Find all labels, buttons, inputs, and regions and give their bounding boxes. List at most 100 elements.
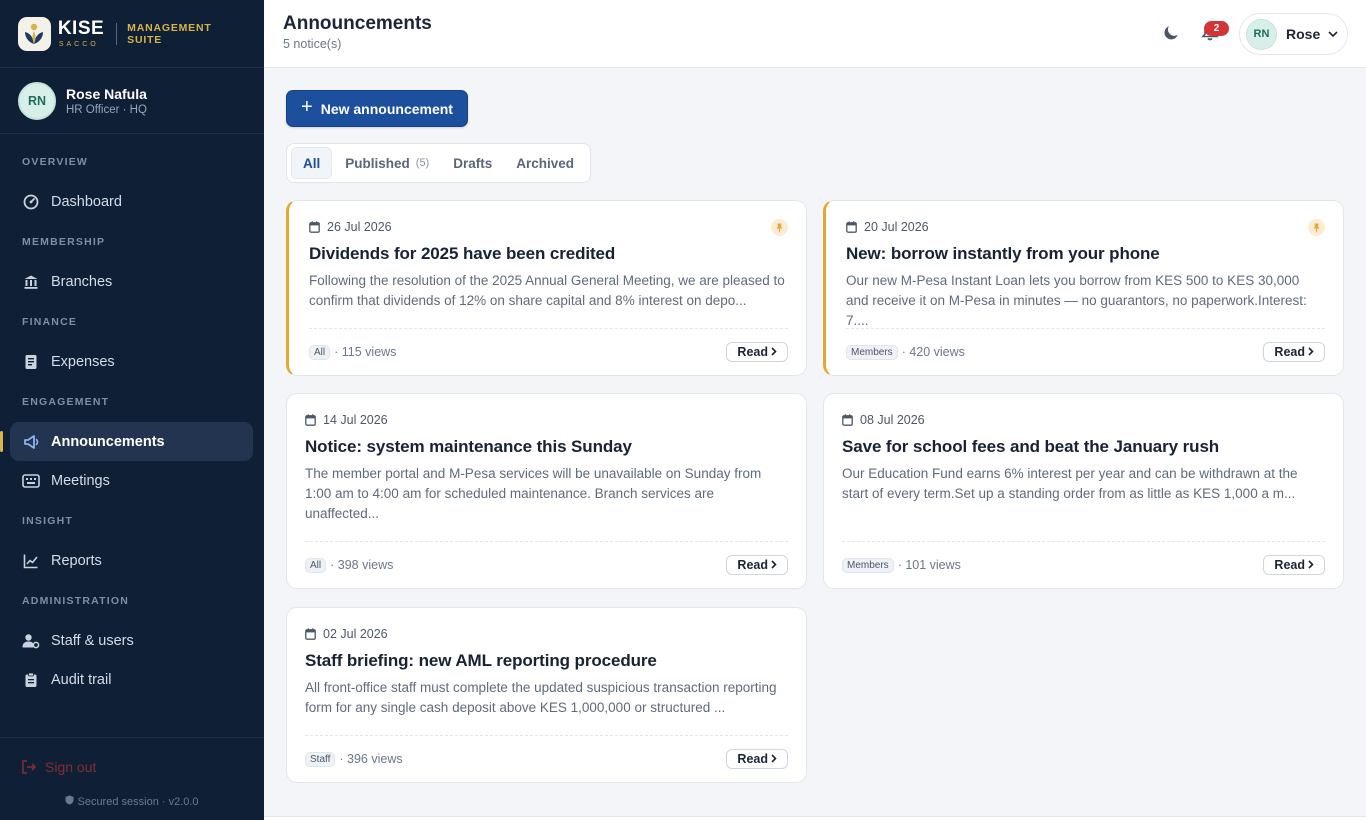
tab-label: Archived: [516, 155, 575, 171]
sidebar: KISE SACCO MANAGEMENT SUITE RN Rose Nafu…: [0, 0, 264, 820]
chevron-right-icon: [771, 345, 777, 359]
card-body: Our Education Fund earns 6% interest per…: [842, 466, 1298, 501]
sidebar-item-announcements[interactable]: Announcements: [0, 422, 253, 461]
read-label: Read: [737, 345, 768, 359]
sidebar-item-label: Reports: [51, 552, 102, 569]
sidebar-item-label: Audit trail: [51, 671, 112, 688]
read-button[interactable]: Read: [1263, 342, 1325, 362]
sidebar-item-audit[interactable]: Audit trail: [10, 660, 253, 699]
sidebar-item-dashboard[interactable]: Dashboard: [10, 182, 253, 221]
nav-section-insight: INSIGHT: [22, 515, 73, 527]
chevron-right-icon: [1308, 345, 1314, 359]
audience-tag: Staff: [305, 751, 336, 767]
read-button[interactable]: Read: [726, 342, 788, 362]
view-count: · 101 views: [897, 558, 961, 572]
calendar-icon: [309, 221, 320, 233]
card-body: Following the resolution of the 2025 Ann…: [309, 273, 785, 308]
content-bottom-edge: [264, 816, 1366, 820]
card-date-text: 14 Jul 2026: [323, 413, 388, 427]
filter-tabs: All Published (5) Drafts Archived: [286, 143, 591, 183]
announcement-card[interactable]: 26 Jul 2026 Dividends for 2025 have been…: [286, 200, 807, 376]
card-title: Notice: system maintenance this Sunday: [305, 437, 632, 456]
view-count: · 396 views: [339, 752, 403, 766]
tab-drafts[interactable]: Drafts: [442, 147, 503, 179]
read-button[interactable]: Read: [726, 749, 788, 769]
tab-published[interactable]: Published (5): [334, 147, 440, 179]
topbar: Announcements 5 notice(s) 2 RN Rose: [264, 0, 1366, 68]
sidebar-item-reports[interactable]: Reports: [10, 541, 253, 580]
audience-tag: Members: [846, 344, 898, 360]
brand-sub: SACCO: [58, 41, 99, 48]
profile-name: Rose: [1286, 26, 1321, 42]
sidebar-item-expenses[interactable]: Expenses: [10, 342, 253, 381]
megaphone-icon: [22, 433, 40, 451]
calendar-icon: [305, 414, 316, 426]
read-label: Read: [737, 558, 768, 572]
sidebar-item-branches[interactable]: Branches: [10, 262, 253, 301]
chevron-down-icon: [1328, 25, 1338, 43]
sidebar-footer: Sign out Secured session · v2.0.0: [0, 737, 264, 820]
user-gear-icon: [22, 632, 40, 650]
sidebar-item-staff[interactable]: Staff & users: [10, 621, 253, 660]
announcement-card[interactable]: 02 Jul 2026 Staff briefing: new AML repo…: [286, 607, 807, 783]
tab-label: All: [303, 155, 321, 171]
calendar-icon: [846, 221, 857, 233]
shield-icon: [65, 795, 77, 808]
audience-tag: Members: [842, 557, 894, 573]
view-count: · 420 views: [901, 345, 965, 359]
clipboard-icon: [22, 671, 40, 689]
signout-link[interactable]: Sign out: [21, 759, 96, 775]
card-title: Save for school fees and beat the Januar…: [842, 437, 1220, 456]
calendar-icon: [305, 628, 316, 640]
audience-tag: All: [305, 557, 327, 573]
page-subtitle: 5 notice(s): [283, 37, 342, 51]
chevron-right-icon: [1308, 558, 1314, 572]
keyboard-icon: [22, 472, 40, 490]
card-date-text: 20 Jul 2026: [864, 220, 929, 234]
card-date: 08 Jul 2026: [842, 413, 1325, 427]
card-footer: All · 115 views Read: [309, 328, 788, 375]
moon-icon[interactable]: [1163, 23, 1181, 46]
announcement-card[interactable]: 20 Jul 2026 New: borrow instantly from y…: [823, 200, 1344, 376]
tab-all[interactable]: All: [291, 147, 333, 179]
chevron-right-icon: [771, 558, 777, 572]
secured-session: Secured session · v2.0.0: [0, 795, 264, 808]
brand-name: KISE: [57, 18, 105, 39]
brand-divider: [116, 22, 118, 45]
tab-archived[interactable]: Archived: [505, 147, 585, 179]
read-label: Read: [1274, 345, 1305, 359]
card-date-text: 02 Jul 2026: [323, 627, 388, 641]
read-button[interactable]: Read: [1263, 555, 1325, 575]
tab-count: (5): [415, 157, 430, 169]
brand[interactable]: KISE SACCO MANAGEMENT SUITE: [0, 0, 264, 68]
dashboard-icon: [22, 193, 40, 211]
card-title: New: borrow instantly from your phone: [846, 244, 1160, 263]
receipt-icon: [22, 353, 40, 371]
card-date: 14 Jul 2026: [305, 413, 788, 427]
sidebar-item-label: Branches: [51, 273, 113, 290]
logout-icon: [22, 760, 37, 774]
card-date-text: 26 Jul 2026: [327, 220, 392, 234]
profile-menu[interactable]: RN Rose: [1239, 13, 1348, 55]
card-body: The member portal and M-Pesa services wi…: [305, 466, 762, 521]
read-label: Read: [737, 752, 768, 766]
audience-tag: All: [309, 344, 331, 360]
tab-label: Drafts: [453, 155, 493, 171]
new-announcement-button[interactable]: + New announcement: [286, 90, 468, 127]
plus-icon: +: [301, 96, 313, 118]
card-date-text: 08 Jul 2026: [860, 413, 925, 427]
card-footer: Members · 101 views Read: [842, 541, 1325, 588]
nav-section-overview: OVERVIEW: [22, 156, 89, 168]
secured-label: Secured session · v2.0.0: [77, 796, 199, 808]
page-title: Announcements: [283, 13, 432, 34]
signout-label: Sign out: [45, 759, 97, 775]
nav-section-finance: FINANCE: [22, 316, 78, 328]
line-chart-icon: [22, 552, 40, 570]
announcement-card[interactable]: 14 Jul 2026 Notice: system maintenance t…: [286, 393, 807, 589]
sidebar-item-meetings[interactable]: Meetings: [10, 461, 253, 500]
card-title: Dividends for 2025 have been credited: [309, 244, 616, 263]
read-button[interactable]: Read: [726, 555, 788, 575]
announcement-card[interactable]: 08 Jul 2026 Save for school fees and bea…: [823, 393, 1344, 589]
sidebar-item-label: Staff & users: [51, 632, 134, 649]
notification-badge: 2: [1204, 21, 1229, 36]
